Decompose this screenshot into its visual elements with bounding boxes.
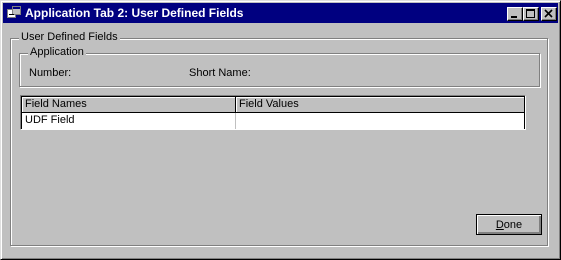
table-row[interactable]: UDF Field xyxy=(22,113,524,129)
field-value-cell[interactable] xyxy=(236,113,524,129)
maximize-button[interactable] xyxy=(523,7,539,21)
window-title: Application Tab 2: User Defined Fields xyxy=(25,6,244,20)
user-defined-fields-group-label: User Defined Fields xyxy=(19,31,120,43)
done-button-accelerator: D xyxy=(495,218,504,231)
close-icon xyxy=(544,9,553,18)
column-header-field-values[interactable]: Field Values xyxy=(236,97,524,112)
application-window: Application Tab 2: User Defined Fields U… xyxy=(0,0,561,260)
grid-frame: Field Names Field Values UDF Field xyxy=(21,96,525,129)
application-icon xyxy=(7,6,21,18)
udf-grid[interactable]: Field Names Field Values UDF Field xyxy=(20,95,526,130)
column-header-field-names[interactable]: Field Names xyxy=(22,97,236,112)
grid-header: Field Names Field Values xyxy=(22,97,524,113)
number-label: Number: xyxy=(29,67,72,79)
application-group xyxy=(19,53,540,87)
close-button[interactable] xyxy=(541,7,557,21)
maximize-icon xyxy=(526,9,535,18)
done-button-label: one xyxy=(503,218,523,231)
done-button[interactable]: Done xyxy=(476,214,542,235)
minimize-button[interactable] xyxy=(507,7,523,21)
minimize-icon xyxy=(511,16,517,18)
title-bar[interactable]: Application Tab 2: User Defined Fields xyxy=(3,3,558,23)
short-name-label: Short Name: xyxy=(189,67,251,79)
application-group-label: Application xyxy=(28,46,86,58)
field-name-cell[interactable]: UDF Field xyxy=(22,113,236,129)
